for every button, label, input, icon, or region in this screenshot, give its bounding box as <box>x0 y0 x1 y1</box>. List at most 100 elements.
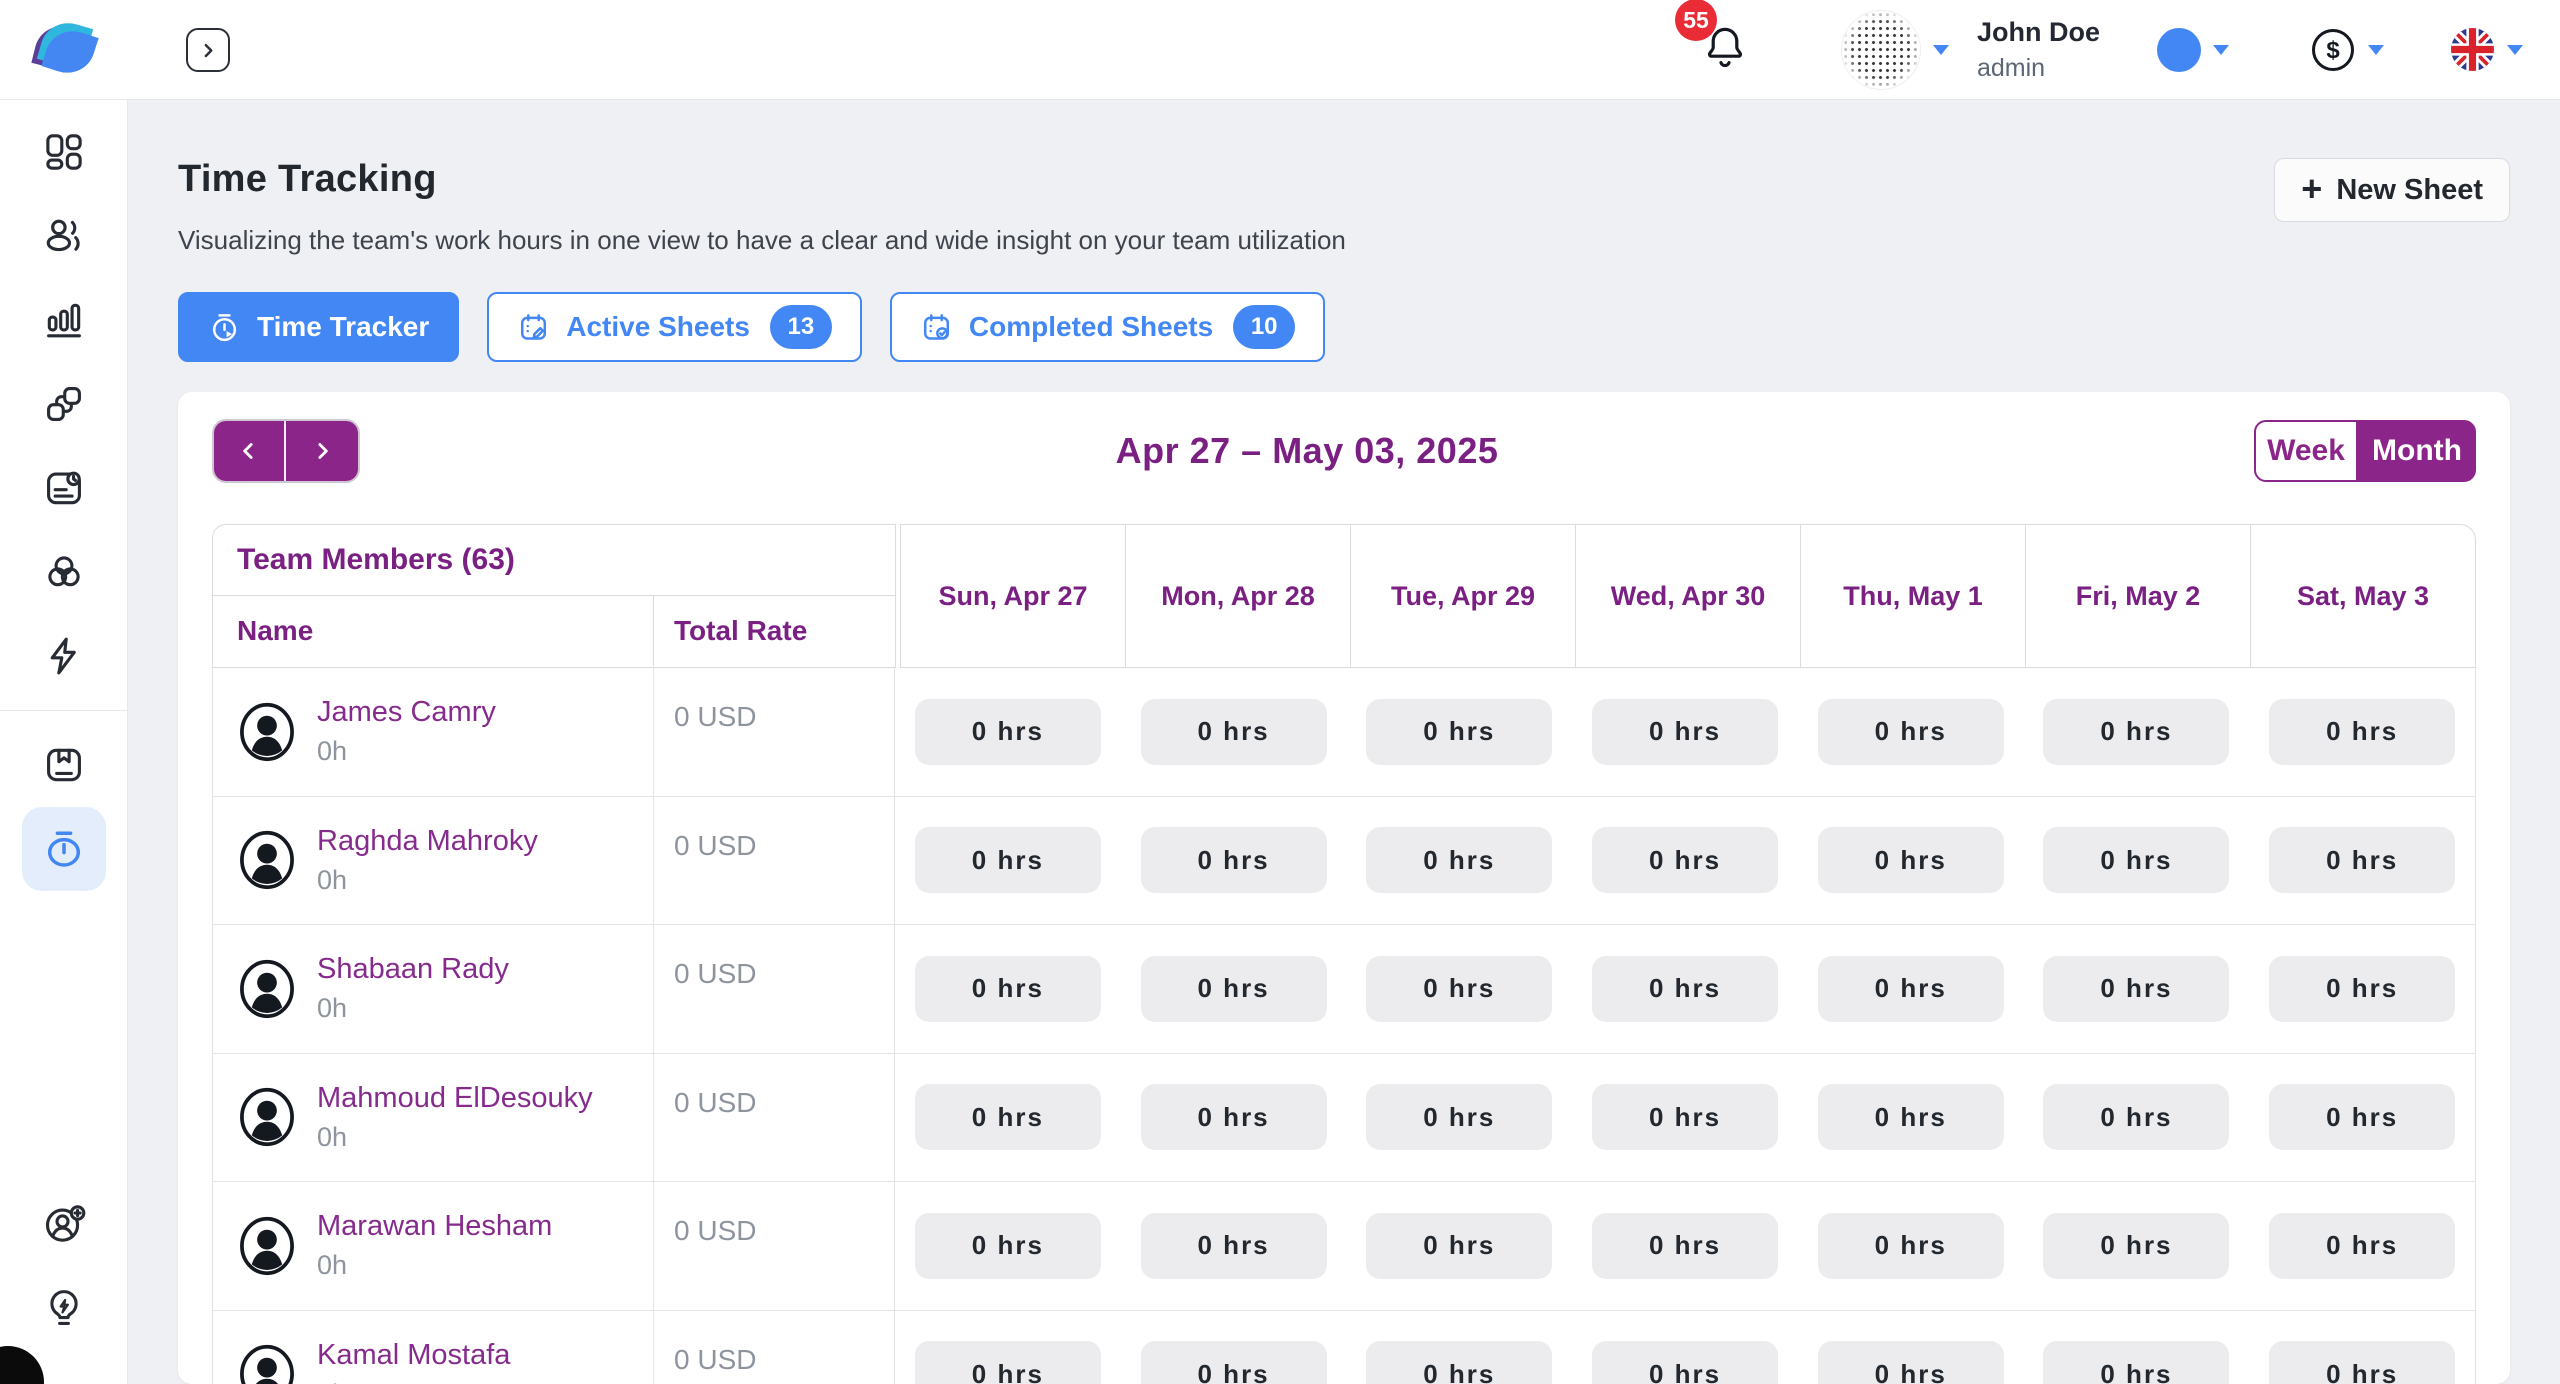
hours-chip[interactable]: 0 hrs <box>1141 1213 1327 1279</box>
hours-chip[interactable]: 0 hrs <box>2269 956 2455 1022</box>
sidebar-item-time-tracking[interactable] <box>22 807 106 891</box>
hours-chip[interactable]: 0 hrs <box>915 1341 1101 1384</box>
member-name-link[interactable]: Raghda Mahroky <box>317 825 538 858</box>
sidebar-item-knowledge-base[interactable] <box>22 723 106 807</box>
sidebar-item-timesheets[interactable] <box>22 446 106 530</box>
hours-chip[interactable]: 0 hrs <box>1592 956 1778 1022</box>
tab-time-tracker[interactable]: Time Tracker <box>178 292 459 362</box>
hours-chip[interactable]: 0 hrs <box>2043 827 2229 893</box>
theme-color-menu[interactable] <box>2157 28 2229 72</box>
member-name-link[interactable]: Marawan Hesham <box>317 1210 552 1243</box>
hours-chip[interactable]: 0 hrs <box>1592 1084 1778 1150</box>
sidebar-item-invite[interactable] <box>22 1182 106 1266</box>
currency-menu[interactable]: $ <box>2310 27 2384 73</box>
hours-chip[interactable]: 0 hrs <box>2043 956 2229 1022</box>
uk-flag-icon <box>2450 27 2495 72</box>
hours-chip[interactable]: 0 hrs <box>1141 699 1327 765</box>
hours-chip[interactable]: 0 hrs <box>1366 1341 1552 1384</box>
sidebar-item-automations[interactable] <box>22 614 106 698</box>
sidebar-item-dashboard[interactable] <box>22 110 106 194</box>
hours-chip[interactable]: 0 hrs <box>1592 699 1778 765</box>
member-name-link[interactable]: Mahmoud ElDesouky <box>317 1082 593 1115</box>
new-sheet-button[interactable]: + New Sheet <box>2274 158 2510 222</box>
member-total-hours: 0h <box>317 1122 593 1153</box>
language-menu[interactable] <box>2450 27 2523 72</box>
day-header: Tue, Apr 29 <box>1350 525 1575 667</box>
hours-chip[interactable]: 0 hrs <box>2269 1084 2455 1150</box>
tab-label: Completed Sheets <box>969 311 1213 343</box>
view-tabs: Time Tracker Active Sheets 13 Completed … <box>178 292 2510 362</box>
chevron-left-icon <box>236 438 262 464</box>
sidebar-item-reports[interactable] <box>22 278 106 362</box>
day-headers-row: Sun, Apr 27Mon, Apr 28Tue, Apr 29Wed, Ap… <box>900 524 2476 668</box>
table-header: Team Members (63) Name Total Rate Sun, A… <box>212 524 2476 668</box>
caret-down-icon <box>1933 45 1949 55</box>
hours-chip[interactable]: 0 hrs <box>1818 1341 2004 1384</box>
week-toggle[interactable]: Week <box>2254 420 2358 482</box>
hours-chip[interactable]: 0 hrs <box>2043 1213 2229 1279</box>
app-logo[interactable] <box>34 19 98 81</box>
next-week-button[interactable] <box>286 421 358 481</box>
table-row: Shabaan Rady0h0 USD0 hrs0 hrs0 hrs0 hrs0… <box>213 925 2476 1054</box>
tab-active-sheets[interactable]: Active Sheets 13 <box>487 292 862 362</box>
venn-circles-icon <box>42 550 86 594</box>
hours-chip[interactable]: 0 hrs <box>1366 827 1552 893</box>
sidebar-item-tips[interactable] <box>22 1266 106 1350</box>
hours-chip[interactable]: 0 hrs <box>1141 827 1327 893</box>
month-toggle[interactable]: Month <box>2358 420 2476 482</box>
hours-chip[interactable]: 0 hrs <box>1366 956 1552 1022</box>
hours-chip[interactable]: 0 hrs <box>1366 1084 1552 1150</box>
hours-chip[interactable]: 0 hrs <box>915 1084 1101 1150</box>
team-members-header-box: Team Members (63) Name Total Rate <box>212 524 896 668</box>
avatar[interactable] <box>1841 10 1921 90</box>
hours-chip[interactable]: 0 hrs <box>1818 699 2004 765</box>
hours-chip[interactable]: 0 hrs <box>2043 699 2229 765</box>
sidebar-item-team[interactable] <box>22 194 106 278</box>
member-avatar-icon <box>235 957 299 1021</box>
caret-down-icon <box>2368 45 2384 55</box>
member-total-hours: 0h <box>317 1250 552 1281</box>
member-name-link[interactable]: James Camry <box>317 696 496 729</box>
hours-chip[interactable]: 0 hrs <box>1818 956 2004 1022</box>
hours-chip[interactable]: 0 hrs <box>1818 1084 2004 1150</box>
sidebar-item-projects[interactable] <box>22 362 106 446</box>
member-name-link[interactable]: Kamal Mostafa <box>317 1339 510 1372</box>
hours-chip[interactable]: 0 hrs <box>915 699 1101 765</box>
hours-chip[interactable]: 0 hrs <box>1818 827 2004 893</box>
hours-chip[interactable]: 0 hrs <box>2269 699 2455 765</box>
prev-week-button[interactable] <box>214 421 286 481</box>
stopwatch-icon <box>208 311 241 344</box>
hours-chip[interactable]: 0 hrs <box>915 956 1101 1022</box>
member-total-hours: 0h <box>317 865 538 896</box>
hours-chip[interactable]: 0 hrs <box>1141 1341 1327 1384</box>
member-total-hours: 0h <box>317 1379 510 1384</box>
chevron-right-icon <box>195 37 221 63</box>
member-avatar-icon <box>235 1342 299 1384</box>
hours-chip[interactable]: 0 hrs <box>1592 1213 1778 1279</box>
member-total-rate: 0 USD <box>654 1311 895 1384</box>
topbar: 55 John Doe admin $ <box>0 0 2560 100</box>
hours-chip[interactable]: 0 hrs <box>915 1213 1101 1279</box>
hours-chip[interactable]: 0 hrs <box>2043 1341 2229 1384</box>
member-cell: Raghda Mahroky 0h <box>213 797 654 925</box>
notifications-button[interactable]: 55 <box>1701 23 1749 76</box>
hours-chip[interactable]: 0 hrs <box>1366 1213 1552 1279</box>
member-name-link[interactable]: Shabaan Rady <box>317 953 509 986</box>
tab-completed-sheets[interactable]: Completed Sheets 10 <box>890 292 1325 362</box>
sidebar-item-groups[interactable] <box>22 530 106 614</box>
hours-chip[interactable]: 0 hrs <box>1141 1084 1327 1150</box>
lightning-icon <box>42 634 86 678</box>
hours-chip[interactable]: 0 hrs <box>1818 1213 2004 1279</box>
hours-chip[interactable]: 0 hrs <box>2269 827 2455 893</box>
date-navigation: Apr 27 – May 03, 2025 Week Month <box>212 418 2476 484</box>
user-menu[interactable] <box>1841 10 1949 90</box>
hours-chip[interactable]: 0 hrs <box>2269 1341 2455 1384</box>
hours-chip[interactable]: 0 hrs <box>2043 1084 2229 1150</box>
hours-chip[interactable]: 0 hrs <box>1141 956 1327 1022</box>
hours-chip[interactable]: 0 hrs <box>915 827 1101 893</box>
hours-chip[interactable]: 0 hrs <box>1592 1341 1778 1384</box>
sidebar-toggle-button[interactable] <box>186 28 230 72</box>
hours-chip[interactable]: 0 hrs <box>2269 1213 2455 1279</box>
hours-chip[interactable]: 0 hrs <box>1366 699 1552 765</box>
hours-chip[interactable]: 0 hrs <box>1592 827 1778 893</box>
